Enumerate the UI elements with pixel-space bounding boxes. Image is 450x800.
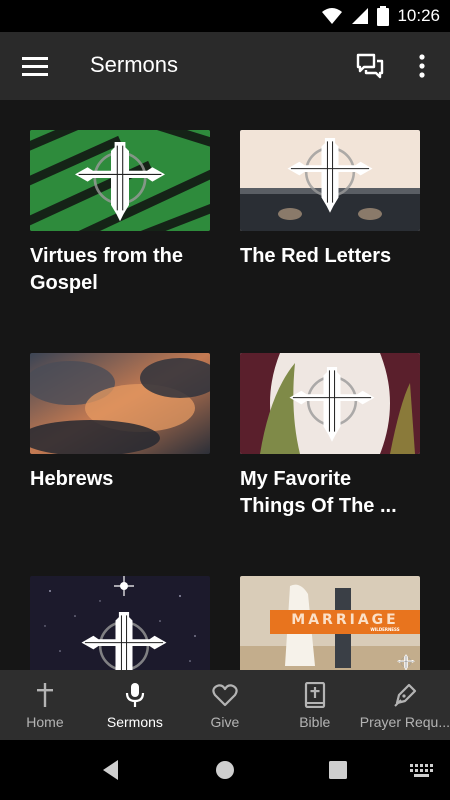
recents-icon[interactable]: [328, 760, 348, 780]
sermon-card[interactable]: [30, 576, 210, 670]
sermon-card[interactable]: MARRIAGE WILDERNESS: [240, 576, 420, 670]
system-navigation-bar: [0, 740, 450, 800]
nav-label: Bible: [299, 714, 331, 730]
nav-label: Home: [26, 714, 64, 730]
sermon-card[interactable]: The Red Letters: [240, 130, 420, 270]
sermon-thumbnail: [240, 353, 420, 454]
sermon-artwork: MARRIAGE WILDERNESS: [240, 576, 420, 670]
back-icon[interactable]: [100, 759, 122, 781]
sermon-card[interactable]: Virtues from the Gospel: [30, 130, 210, 297]
microphone-icon: [125, 683, 145, 707]
nav-label: Give: [210, 714, 240, 730]
pen-icon: [394, 683, 416, 707]
menu-icon[interactable]: [22, 54, 48, 78]
sermon-artwork: [30, 353, 210, 454]
sermon-card[interactable]: Hebrews: [30, 353, 210, 493]
sermon-thumbnail: [240, 130, 420, 231]
sermon-title: My Favorite Things Of The ...: [240, 468, 397, 517]
wifi-icon: [322, 8, 343, 24]
bottom-navigation: Home Sermons Give Bible Prayer Requ...: [0, 670, 450, 740]
sermon-artwork: [240, 130, 420, 231]
sermon-artwork: [240, 353, 420, 454]
marriage-text: MARRIAGE: [291, 612, 398, 628]
sermon-thumbnail: MARRIAGE WILDERNESS: [240, 576, 420, 670]
chat-icon[interactable]: [356, 52, 384, 80]
sermon-artwork: [30, 130, 210, 231]
nav-prayer-requests[interactable]: Prayer Requ...: [360, 670, 450, 740]
sermon-card[interactable]: My Favorite Things Of The ...: [240, 353, 420, 520]
nav-sermons[interactable]: Sermons: [90, 670, 180, 740]
status-time: 10:26: [397, 6, 440, 25]
nav-home[interactable]: Home: [0, 670, 90, 740]
sermon-title: The Red Letters: [240, 245, 392, 267]
heart-icon: [212, 684, 238, 707]
status-bar: 10:26: [0, 0, 450, 32]
more-options-icon[interactable]: [412, 52, 432, 80]
bible-icon: [304, 682, 325, 708]
cross-icon: [36, 683, 53, 707]
nav-label: Prayer Requ...: [359, 714, 450, 730]
battery-icon: [377, 6, 390, 26]
nav-bible[interactable]: Bible: [270, 670, 360, 740]
sermon-thumbnail: [30, 130, 210, 231]
app-bar: Sermons: [0, 32, 450, 100]
sermon-thumbnail: [30, 576, 210, 670]
nav-give[interactable]: Give: [180, 670, 270, 740]
sermon-artwork: [30, 576, 210, 670]
keyboard-icon[interactable]: [410, 764, 434, 778]
wilderness-text: WILDERNESS: [370, 627, 399, 632]
status-icons: 10:26: [321, 6, 440, 26]
cell-signal-icon: [352, 8, 369, 24]
sermon-thumbnail: [30, 353, 210, 454]
home-circle-icon[interactable]: [214, 759, 236, 781]
page-title: Sermons: [90, 52, 179, 77]
sermon-title: Virtues from the Gospel: [30, 245, 183, 294]
sermon-title: Hebrews: [30, 468, 114, 490]
sermon-grid: Virtues from the Gospel The Red Letters: [0, 100, 450, 670]
nav-label: Sermons: [106, 714, 163, 730]
